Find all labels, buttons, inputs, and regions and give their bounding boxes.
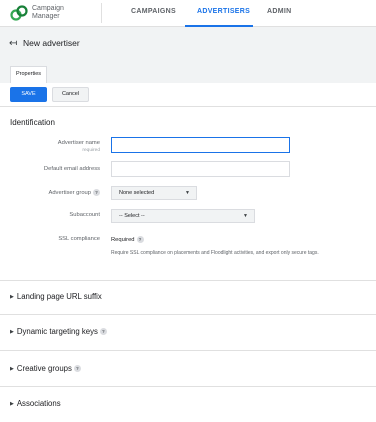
advertiser-group-label: Advertiser group? bbox=[48, 189, 100, 196]
back-arrow-icon[interactable]: ↤ bbox=[9, 38, 17, 49]
ssl-compliance-value: Required? bbox=[111, 236, 144, 243]
expand-triangle-icon: ▶ bbox=[10, 293, 14, 300]
app-name-line1: Campaign bbox=[32, 5, 64, 12]
chevron-down-icon: ▼ bbox=[243, 213, 248, 219]
tab-admin[interactable]: ADMIN bbox=[267, 8, 291, 15]
expand-triangle-icon: ▶ bbox=[10, 365, 14, 372]
expand-triangle-icon: ▶ bbox=[10, 400, 14, 407]
section-divider bbox=[0, 280, 376, 281]
advertiser-name-required: required bbox=[82, 148, 100, 153]
tab-campaigns[interactable]: CAMPAIGNS bbox=[131, 8, 176, 15]
tab-properties[interactable]: Properties bbox=[10, 66, 47, 83]
identification-heading: Identification bbox=[10, 118, 55, 127]
subaccount-dropdown[interactable]: -- Select -- ▼ bbox=[111, 209, 255, 223]
section-dynamic-targeting-keys[interactable]: ▶ Dynamic targeting keys? bbox=[10, 327, 107, 336]
campaign-manager-logo-icon bbox=[10, 5, 28, 21]
subaccount-value: -- Select -- bbox=[119, 213, 145, 219]
default-email-input[interactable] bbox=[111, 161, 290, 177]
tab-advertisers[interactable]: ADVERTISERS bbox=[197, 8, 250, 15]
section-label: Associations bbox=[16, 399, 61, 408]
section-associations[interactable]: ▶ Associations bbox=[10, 399, 61, 408]
chevron-down-icon: ▼ bbox=[185, 190, 190, 196]
ssl-help-icon[interactable]: ? bbox=[136, 236, 144, 243]
section-divider bbox=[0, 350, 376, 351]
app-name: Campaign Manager bbox=[32, 5, 64, 21]
section-landing-page-url-suffix[interactable]: ▶ Landing page URL suffix bbox=[10, 292, 102, 301]
advertiser-group-dropdown[interactable]: None selected ▼ bbox=[111, 186, 197, 200]
advertiser-group-value: None selected bbox=[119, 190, 155, 196]
advertiser-name-label: Advertiser name bbox=[57, 140, 100, 146]
dynamic-targeting-help-icon[interactable]: ? bbox=[99, 328, 107, 336]
page-title: New advertiser bbox=[23, 38, 80, 48]
cancel-button[interactable]: Cancel bbox=[52, 87, 89, 102]
section-label: Dynamic targeting keys bbox=[16, 327, 98, 336]
section-divider bbox=[0, 314, 376, 315]
section-label: Landing page URL suffix bbox=[16, 292, 102, 301]
section-label: Creative groups bbox=[16, 364, 72, 373]
save-button[interactable]: SAVE bbox=[10, 87, 47, 102]
expand-triangle-icon: ▶ bbox=[10, 328, 14, 335]
advertiser-group-help-icon[interactable]: ? bbox=[93, 189, 100, 196]
advertiser-name-input[interactable] bbox=[111, 137, 290, 153]
default-email-label: Default email address bbox=[43, 166, 100, 172]
page-header bbox=[0, 27, 376, 83]
subaccount-label: Subaccount bbox=[69, 212, 100, 218]
section-creative-groups[interactable]: ▶ Creative groups? bbox=[10, 364, 81, 373]
advertiser-group-label-text: Advertiser group bbox=[48, 190, 91, 197]
ssl-compliance-description: Require SSL compliance on placements and… bbox=[111, 250, 319, 256]
ssl-compliance-label: SSL compliance bbox=[58, 236, 100, 242]
app-name-line2: Manager bbox=[32, 13, 60, 20]
ssl-compliance-value-text: Required bbox=[111, 237, 135, 244]
logo-divider bbox=[101, 3, 102, 23]
creative-groups-help-icon[interactable]: ? bbox=[73, 365, 81, 373]
section-divider bbox=[0, 386, 376, 387]
